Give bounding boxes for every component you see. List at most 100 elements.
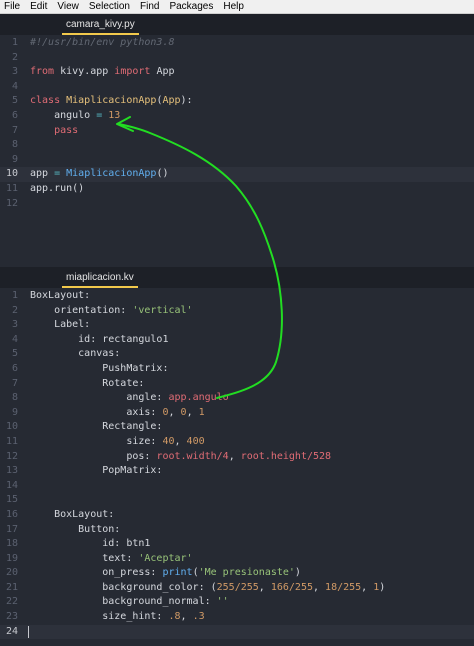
line-number: 4	[11, 333, 18, 345]
line-number: 14	[5, 479, 18, 491]
code-token: pass	[30, 124, 79, 136]
line-number: 7	[11, 124, 18, 136]
code-token: Rotate:	[30, 377, 145, 389]
code-token: ,	[174, 435, 187, 447]
code-line[interactable]: 22 background_normal: ''	[0, 595, 474, 610]
code-line[interactable]: 23 size_hint: .8, .3	[0, 610, 474, 625]
line-number: 24	[5, 625, 18, 637]
code-line[interactable]: 8 angle: app.angulo	[0, 391, 474, 406]
code-token: =	[54, 168, 67, 180]
tab-camara-kivy[interactable]: camara_kivy.py	[62, 16, 139, 35]
code-token: text:	[30, 552, 139, 564]
code-line[interactable]: 1 BoxLayout:	[0, 289, 474, 304]
code-line[interactable]: 20 on_press: print('Me presionaste')	[0, 566, 474, 581]
code-area-top[interactable]: 1 #!/usr/bin/env python3.8 2 3 from kivy.app…	[0, 36, 474, 211]
code-line[interactable]: 5 canvas:	[0, 347, 474, 362]
line-number: 20	[5, 567, 18, 579]
code-line[interactable]: 4	[0, 80, 474, 95]
code-line[interactable]: 6 PushMatrix:	[0, 362, 474, 377]
code-token: .8	[168, 611, 181, 623]
menu-file[interactable]: File	[4, 0, 20, 14]
code-line[interactable]: 8	[0, 138, 474, 153]
code-line[interactable]: 7 Rotate:	[0, 377, 474, 392]
line-number: 21	[5, 581, 18, 593]
code-token: MiaplicacionApp	[66, 95, 157, 107]
code-line[interactable]: 7 pass	[0, 124, 474, 139]
line-number: 11	[5, 435, 18, 447]
line-number: 6	[11, 362, 18, 374]
line-text: id: rectangulo1	[30, 333, 168, 348]
line-text: #!/usr/bin/env python3.8	[30, 36, 175, 51]
menu-find[interactable]: Find	[140, 0, 159, 14]
line-number: 9	[11, 406, 18, 418]
code-line[interactable]: 1 #!/usr/bin/env python3.8	[0, 36, 474, 51]
code-line[interactable]: 12	[0, 197, 474, 212]
code-token: id: btn1	[30, 538, 151, 550]
code-line[interactable]: 3 Label:	[0, 318, 474, 333]
code-line[interactable]: 24	[0, 624, 474, 640]
line-number: 22	[5, 596, 18, 608]
code-line[interactable]: 6 angulo = 13	[0, 109, 474, 124]
code-area-bottom[interactable]: 1 BoxLayout: 2 orientation: 'vertical' 3 La…	[0, 289, 474, 640]
code-line[interactable]: 19 text: 'Aceptar'	[0, 552, 474, 567]
code-line[interactable]: 16 BoxLayout:	[0, 508, 474, 523]
code-line[interactable]: 3 from kivy.app import App	[0, 65, 474, 80]
line-text: Label:	[30, 318, 90, 333]
code-line[interactable]: 9	[0, 153, 474, 168]
line-text: PushMatrix:	[30, 362, 168, 377]
code-line[interactable]: 18 id: btn1	[0, 537, 474, 552]
code-line[interactable]: 11 size: 40, 400	[0, 435, 474, 450]
code-line[interactable]: 15	[0, 493, 474, 508]
menu-edit[interactable]: Edit	[30, 0, 47, 14]
code-token: App	[162, 95, 181, 107]
code-line[interactable]: 14	[0, 479, 474, 494]
menu-packages[interactable]: Packages	[169, 0, 213, 14]
code-line[interactable]: 5 class MiaplicacionApp(App):	[0, 94, 474, 109]
tab-miaplicacion-kv[interactable]: miaplicacion.kv	[62, 269, 138, 288]
code-token: 400	[186, 435, 205, 447]
code-token: ,	[168, 406, 181, 418]
code-line[interactable]: 12 pos: root.width/4, root.height/528	[0, 450, 474, 465]
line-number: 5	[11, 95, 18, 107]
code-token: Button:	[30, 523, 121, 535]
code-line[interactable]: 2	[0, 51, 474, 66]
code-line[interactable]: 4 id: rectangulo1	[0, 333, 474, 348]
code-token: orientation:	[30, 304, 133, 316]
line-text: pass	[30, 124, 78, 139]
code-line[interactable]: 11 app.run()	[0, 182, 474, 197]
code-token: ):	[180, 95, 193, 107]
code-line[interactable]: 13 PopMatrix:	[0, 464, 474, 479]
code-token: .3	[192, 611, 205, 623]
line-text: orientation: 'vertical'	[30, 304, 193, 319]
code-token: size:	[30, 435, 163, 447]
line-text: size: 40, 400	[30, 435, 205, 450]
code-token: class	[30, 95, 67, 107]
code-line[interactable]: 10 app = MiaplicacionApp()	[0, 167, 474, 182]
menu-selection[interactable]: Selection	[89, 0, 130, 14]
line-number: 18	[5, 538, 18, 550]
menu-view[interactable]: View	[57, 0, 79, 14]
line-text: pos: root.width/4, root.height/528	[30, 450, 331, 465]
editor-pane-bottom: miaplicacion.kv 1 BoxLayout: 2 orientation…	[0, 267, 474, 646]
code-line[interactable]: 21 background_color: (255/255, 166/255, …	[0, 581, 474, 596]
code-token: 166/255	[270, 581, 313, 593]
code-token: angle:	[30, 392, 169, 404]
code-line[interactable]: 2 orientation: 'vertical'	[0, 304, 474, 319]
line-text: app = MiaplicacionApp()	[30, 167, 169, 182]
code-line[interactable]: 17 Button:	[0, 523, 474, 538]
line-text: background_color: (255/255, 166/255, 18/…	[30, 581, 385, 596]
code-line[interactable]: 9 axis: 0, 0, 1	[0, 406, 474, 421]
tab-bar-top: camara_kivy.py	[0, 14, 474, 35]
code-line[interactable]: 10 Rectangle:	[0, 420, 474, 435]
line-text: app.run()	[30, 182, 84, 197]
text-cursor	[28, 625, 29, 638]
code-token: root.height/528	[240, 450, 332, 462]
line-text: angle: app.angulo	[30, 391, 229, 406]
code-token: app.angulo	[168, 392, 229, 404]
tab-bar-bottom: miaplicacion.kv	[0, 267, 474, 288]
code-token: BoxLayout:	[30, 290, 91, 301]
code-token: 13	[108, 109, 121, 121]
menu-help[interactable]: Help	[223, 0, 244, 14]
code-token: id: rectangulo1	[30, 333, 169, 345]
line-number: 23	[5, 611, 18, 623]
